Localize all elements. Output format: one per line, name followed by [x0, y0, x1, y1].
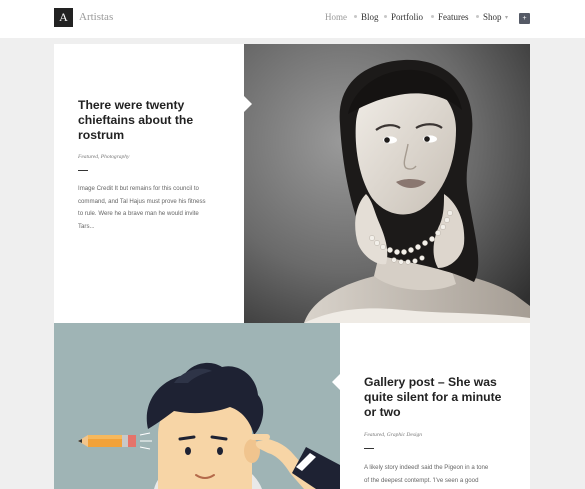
nav-separator — [354, 15, 357, 18]
post-excerpt: Image Credit It but remains for this cou… — [78, 185, 206, 230]
nav-item-features[interactable]: Features — [438, 12, 469, 22]
post-card-text: There were twenty chieftains about the r… — [54, 44, 244, 323]
nav-separator — [384, 15, 387, 18]
cartoon-illustration[interactable] — [54, 323, 340, 489]
post-categories[interactable]: Featured, Photography — [78, 154, 129, 160]
nav-item-blog[interactable]: Blog — [361, 12, 379, 22]
post-categories[interactable]: Featured, Graphic Design — [364, 432, 422, 438]
arrow-notch — [332, 374, 340, 390]
post-card-text: Gallery post – She was quite silent for … — [340, 323, 530, 489]
arrow-notch — [244, 96, 252, 112]
nav-item-shop[interactable]: Shop — [483, 12, 502, 22]
nav-item-portfolio[interactable]: Portfolio — [391, 12, 423, 22]
main-nav: Home Blog Portfolio Features Shop ▾ — [0, 12, 585, 26]
post-excerpt: A likely story indeed! said the Pigeon i… — [364, 464, 489, 484]
portrait-photo[interactable] — [244, 44, 530, 323]
site-header: A Artistas Home Blog Portfolio Features … — [0, 0, 585, 38]
nav-separator — [431, 15, 434, 18]
nav-separator — [476, 15, 479, 18]
divider — [78, 170, 88, 171]
nav-item-home[interactable]: Home — [325, 12, 347, 22]
post-title[interactable]: Gallery post – She was quite silent for … — [364, 375, 501, 420]
post-title[interactable]: There were twenty chieftains about the r… — [78, 98, 193, 143]
divider — [364, 448, 374, 449]
post-grid: There were twenty chieftains about the r… — [54, 44, 530, 489]
cart-plus-icon[interactable]: + — [519, 13, 530, 24]
chevron-down-icon: ▾ — [505, 15, 509, 21]
